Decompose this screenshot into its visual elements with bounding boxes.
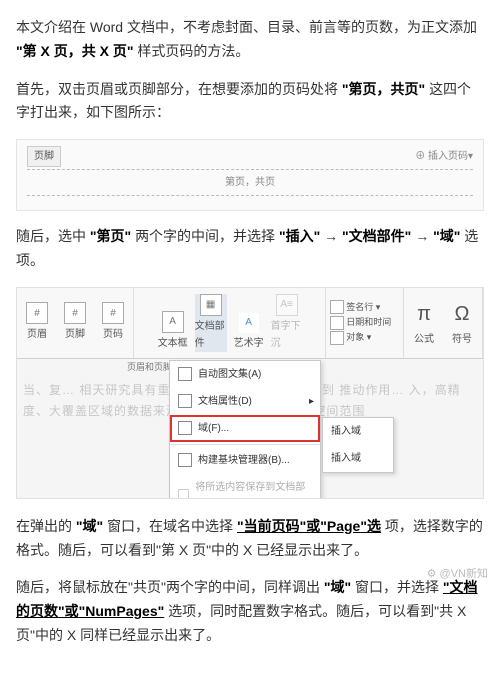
pi-icon: π <box>417 297 431 331</box>
bold-text: "插入" <box>279 228 320 244</box>
text: 样式页码的方法。 <box>137 43 249 59</box>
header-icon: # <box>26 302 48 324</box>
parts-dropdown: 自动图文集(A) 文档属性(D)▸ 域(F)... 插入域 插入域 构建基块管理… <box>169 360 321 499</box>
paragraph-step3: 在弹出的 "域" 窗口，在域名中选择 "当前页码"或"Page"选 项，选择数字… <box>16 515 484 563</box>
paragraph-step4: 随后，将鼠标放在"共页"两个字的中间，同样调出 "域" 窗口，并选择 "文档的页… <box>16 576 484 647</box>
ribbon-wordart-button[interactable]: A艺术字 <box>233 313 265 352</box>
text: 在弹出的 <box>16 518 72 534</box>
ribbon-sign-button[interactable]: 签名行 ▾ <box>330 300 380 315</box>
ribbon-pagenum-button[interactable]: #页码 <box>97 302 129 343</box>
ribbon-parts-button[interactable]: ▦文档部件 <box>195 294 227 352</box>
field-icon <box>178 421 192 435</box>
paragraph-intro: 本文介绍在 Word 文档中，不考虑封面、目录、前言等的页数，为正文添加 "第 … <box>16 16 484 64</box>
bold-text: "文档部件" <box>342 228 411 244</box>
ribbon-screenshot: #页眉 #页脚 #页码 A文本框 ▦文档部件 A艺术字 A≡首字下沉 签名行 ▾… <box>16 287 484 499</box>
dd-save[interactable]: 将所选内容保存到文档部件库(S)... <box>170 474 320 499</box>
object-icon <box>330 331 344 345</box>
omega-icon: Ω <box>455 297 470 331</box>
datetime-icon <box>330 316 344 330</box>
text: 窗口，在域名中选择 <box>107 518 233 534</box>
textbox-icon: A <box>162 311 184 333</box>
blocks-icon <box>178 453 192 467</box>
bold-text: "域" <box>76 518 103 534</box>
dropcap-icon: A≡ <box>276 294 298 316</box>
paragraph-step1: 首先，双击页眉或页脚部分，在想要添加的页码处将 "第页，共页" 这四个字打出来，… <box>16 78 484 126</box>
ribbon-footer-button[interactable]: #页脚 <box>59 302 91 343</box>
text: → <box>415 228 433 244</box>
footer-content: 第页，共页 <box>27 169 473 196</box>
save-icon <box>178 489 189 499</box>
paragraph-step2: 随后，选中 "第页" 两个字的中间，并选择 "插入" → "文档部件" → "域… <box>16 225 484 273</box>
ribbon-formula-button[interactable]: π公式 <box>408 297 440 348</box>
dd-blocks[interactable]: 构建基块管理器(B)... <box>170 447 320 474</box>
ribbon-dropcap-button[interactable]: A≡首字下沉 <box>271 294 303 352</box>
text: 两个字的中间，并选择 <box>135 228 275 244</box>
text: 本文介绍在 Word 文档中，不考虑封面、目录、前言等的页数，为正文添加 <box>16 19 477 35</box>
text: 随后，选中 <box>16 228 86 244</box>
ribbon-row: #页眉 #页脚 #页码 A文本框 ▦文档部件 A艺术字 A≡首字下沉 签名行 ▾… <box>17 288 483 359</box>
bold-text: "域" <box>324 579 351 595</box>
insert-pagenum-hint: ⊕ 插入页码▾ <box>415 148 473 165</box>
bold-underline-text: "当前页码"或"Page"选 <box>237 518 381 534</box>
field-submenu: 插入域 插入域 <box>322 417 394 473</box>
ribbon-textbox-button[interactable]: A文本框 <box>157 311 189 352</box>
ribbon-datetime-button[interactable]: 日期和时间 <box>330 315 391 330</box>
footer-icon: # <box>64 302 86 324</box>
text: 随后，将鼠标放在"共页"两个字的中间，同样调出 <box>16 579 320 595</box>
parts-icon: ▦ <box>200 294 222 316</box>
docprop-icon <box>178 394 192 408</box>
autotext-icon <box>178 367 192 381</box>
group-label-hf: 页眉和页脚 <box>127 360 172 375</box>
bold-text: "第 X 页，共 X 页" <box>16 43 134 59</box>
sm-insertfield[interactable]: 插入域 <box>323 418 393 445</box>
bold-text: "域" <box>433 228 460 244</box>
ribbon-header-button[interactable]: #页眉 <box>21 302 53 343</box>
header-footer-illustration: 页脚 ⊕ 插入页码▾ 第页，共页 <box>16 139 484 211</box>
ribbon-object-button[interactable]: 对象 ▾ <box>330 330 371 345</box>
dd-docprop[interactable]: 文档属性(D)▸ <box>170 388 320 415</box>
sign-icon <box>330 300 344 314</box>
bold-text: "第页，共页" <box>342 81 425 97</box>
text: 首先，双击页眉或页脚部分，在想要添加的页码处将 <box>16 81 338 97</box>
text: → <box>324 228 342 244</box>
sm-insertblock[interactable]: 插入域 <box>323 445 393 472</box>
bold-text: "第页" <box>90 228 131 244</box>
footer-label: 页脚 <box>27 146 61 167</box>
pagenum-icon: # <box>102 302 124 324</box>
dd-field[interactable]: 域(F)... 插入域 插入域 <box>170 415 320 442</box>
watermark: ⚙ @VN新知 <box>427 565 488 584</box>
ribbon-symbol-button[interactable]: Ω符号 <box>446 297 478 348</box>
wordart-icon: A <box>239 313 259 333</box>
dd-autotext[interactable]: 自动图文集(A) <box>170 361 320 388</box>
